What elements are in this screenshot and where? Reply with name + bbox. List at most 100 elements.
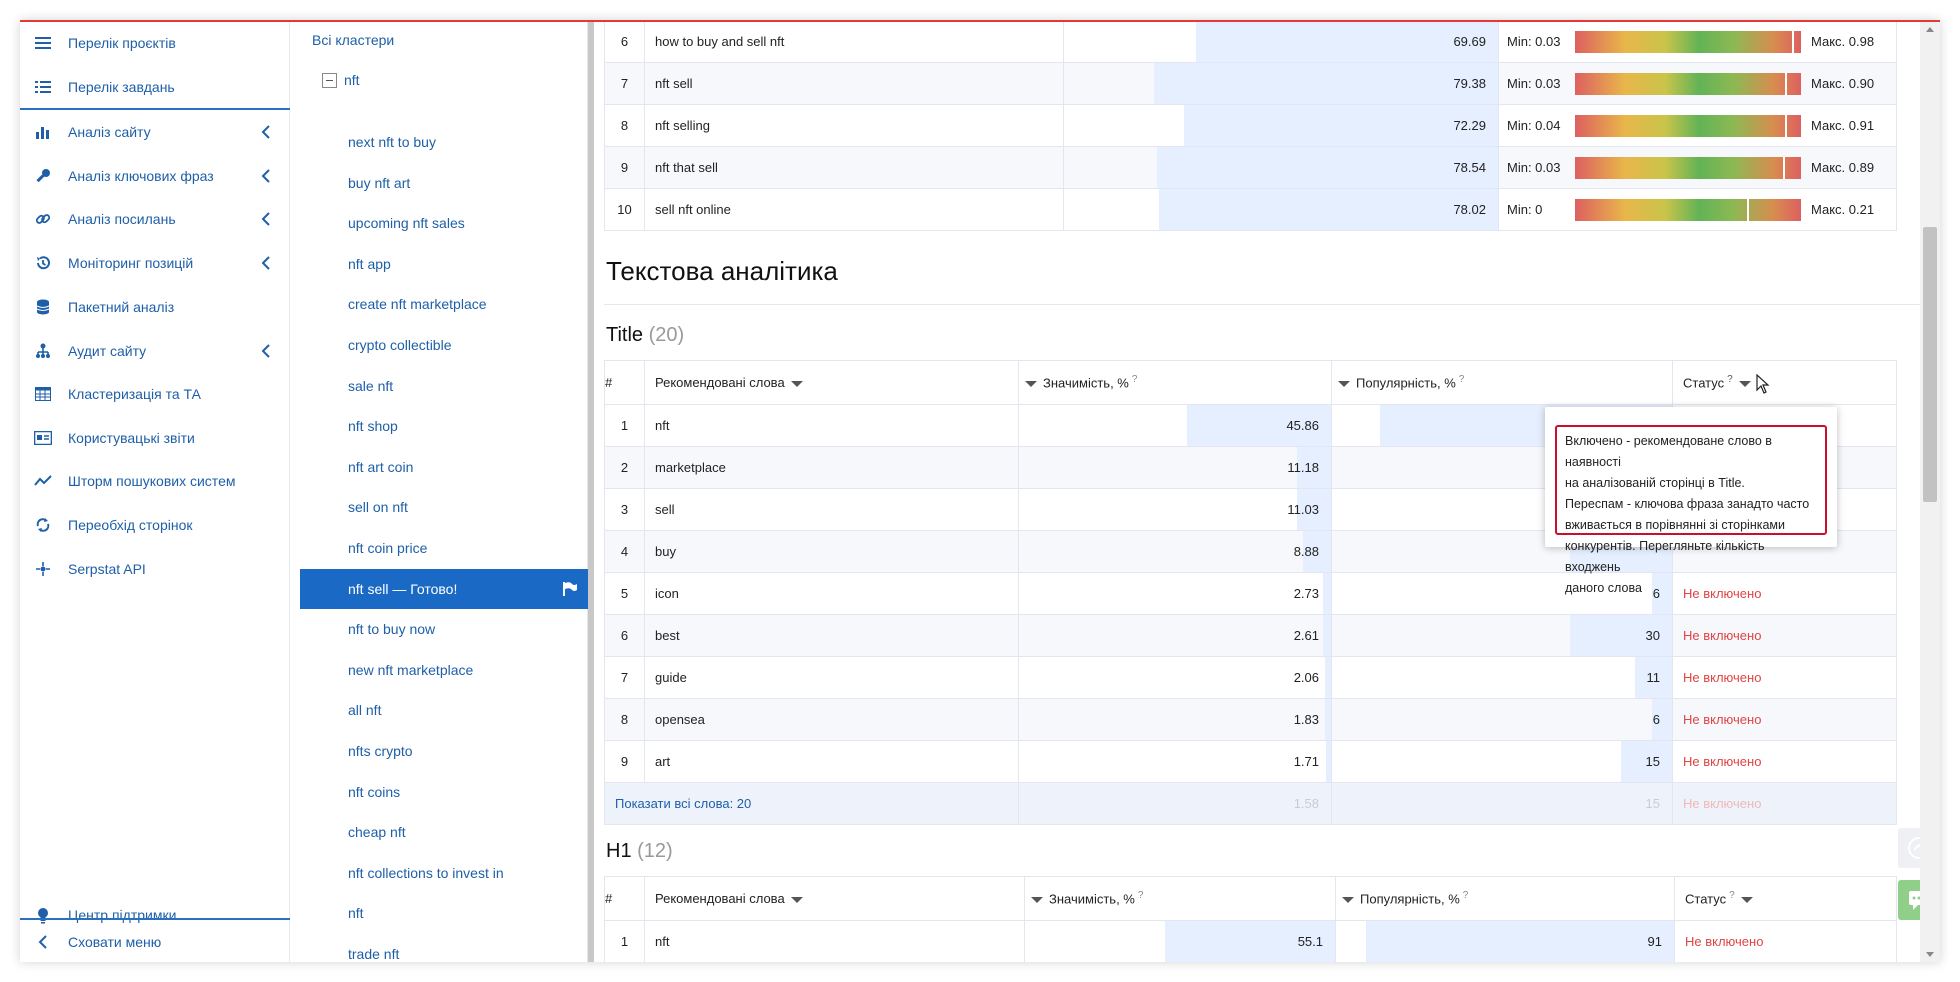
min-value: Min: 0.03 [1507, 160, 1561, 175]
cluster-item-label: nft app [348, 255, 391, 272]
cluster-item[interactable]: nft coins [300, 772, 588, 812]
score-value: 69.69 [1453, 34, 1486, 49]
cluster-item-active[interactable]: nft sell — Готово! [300, 568, 588, 609]
collapse-icon[interactable] [322, 72, 337, 88]
help-icon[interactable]: ? [1729, 890, 1735, 901]
cluster-item-label: upcoming nft sales [348, 215, 465, 232]
sidebar-item-recrawl[interactable]: Переобхід сторінок [20, 504, 290, 546]
sidebar-item-projects[interactable]: Перелік проєктів [20, 22, 290, 64]
cluster-item[interactable]: crypto collectible [300, 325, 588, 365]
cluster-item-label: nft coin price [348, 540, 428, 556]
all-clusters-link[interactable]: Всі кластери [312, 32, 394, 48]
sidebar: Перелік проєктів Перелік завдань Аналіз … [20, 22, 290, 962]
cluster-item[interactable]: upcoming nft sales [300, 203, 588, 243]
table-row: 6 best 2.61 30 Не включено [604, 614, 1897, 657]
cluster-item[interactable]: create nft marketplace [300, 284, 588, 324]
cluster-item[interactable]: next nft to buy [300, 122, 588, 162]
sidebar-item-position-monitoring[interactable]: Моніторинг позицій [20, 242, 290, 284]
cluster-item[interactable]: nft [300, 893, 588, 933]
col-status[interactable]: Статус? [1674, 876, 1897, 921]
cluster-item[interactable]: nft coin price [300, 528, 588, 568]
row-number: 9 [604, 740, 645, 783]
sidebar-item-tasks[interactable]: Перелік завдань [20, 66, 290, 108]
sidebar-item-api[interactable]: Serpstat API [20, 548, 290, 590]
row-number: 2 [604, 446, 645, 489]
chat-icon [1909, 891, 1920, 910]
range-marker [1785, 114, 1788, 137]
help-icon[interactable]: ? [1463, 890, 1469, 901]
sort-arrow-icon[interactable] [1342, 897, 1354, 904]
help-icon[interactable]: ? [1132, 374, 1138, 385]
cluster-item[interactable]: cheap nft [300, 812, 588, 852]
sort-arrow-icon[interactable] [790, 896, 803, 903]
help-icon[interactable]: ? [1459, 374, 1465, 385]
cluster-item[interactable]: nfts crypto [300, 731, 588, 771]
cluster-item[interactable]: sell on nft [300, 487, 588, 527]
title-section-count: (20) [648, 324, 685, 346]
cluster-item[interactable]: nft shop [300, 406, 588, 446]
popularity-cell: 11 [1331, 656, 1673, 699]
cluster-scrollbar[interactable] [588, 22, 594, 962]
main-scrollbar[interactable] [1920, 22, 1940, 962]
cluster-item[interactable]: sale nft [300, 366, 588, 406]
col-words[interactable]: Рекомендовані слова [644, 360, 1019, 405]
col-significance[interactable]: Значимість, %? [1018, 360, 1332, 405]
hide-menu-button[interactable]: Сховати меню [20, 921, 290, 962]
sidebar-item-link-analysis[interactable]: Аналіз посилань [20, 198, 290, 240]
show-all-words-link[interactable]: Показати всі слова: 20 [604, 782, 1019, 825]
scroll-up-arrow-icon[interactable] [1926, 26, 1934, 32]
menu-lines-icon [34, 34, 52, 52]
col-significance[interactable]: Значимість, %? [1024, 876, 1336, 921]
cluster-item[interactable]: nft app [300, 244, 588, 284]
cluster-root-label: nft [344, 72, 360, 88]
row-number: 1 [604, 404, 645, 447]
range-cell: Min: 0 Макс. 0.21 [1498, 188, 1897, 231]
keyword-cell: nft selling [644, 104, 1064, 147]
col-popularity[interactable]: Популярність, %? [1331, 360, 1673, 405]
cluster-item-label: new nft marketplace [348, 661, 474, 678]
scrollbar-thumb[interactable] [1923, 227, 1937, 502]
col-popularity[interactable]: Популярність, %? [1335, 876, 1675, 921]
cluster-item[interactable]: all nft [300, 690, 588, 730]
cluster-root[interactable]: nft [322, 72, 360, 88]
sort-arrow-icon[interactable] [1738, 381, 1751, 388]
sort-arrow-icon[interactable] [1338, 381, 1350, 388]
cluster-item[interactable]: nft collections to invest in [300, 853, 588, 893]
sort-arrow-icon[interactable] [790, 380, 803, 387]
cluster-item[interactable]: new nft marketplace [300, 650, 588, 690]
database-icon [34, 298, 52, 316]
col-popularity-label: Популярність, % [1356, 375, 1456, 391]
cursor-icon [1756, 374, 1770, 394]
popularity-value: 30 [1645, 628, 1660, 643]
flag-icon[interactable] [562, 581, 578, 597]
help-icon[interactable]: ? [1138, 890, 1144, 901]
cluster-item[interactable]: nft art coin [300, 447, 588, 487]
chat-button[interactable] [1898, 880, 1920, 920]
cluster-item-label: sale nft [348, 377, 394, 394]
chevron-left-icon [261, 212, 270, 226]
sidebar-item-label: Користувацькі звіти [68, 430, 195, 446]
sidebar-item-site-analysis[interactable]: Аналіз сайту [20, 111, 290, 153]
sort-arrow-icon[interactable] [1740, 897, 1753, 904]
scroll-down-arrow-icon[interactable] [1926, 952, 1934, 958]
cluster-item[interactable]: trade nft [300, 934, 588, 962]
h1-words-table: # Рекомендовані слова Значимість, %? Поп… [604, 876, 1897, 962]
help-icon[interactable]: ? [1727, 374, 1733, 385]
sort-arrow-icon[interactable] [1025, 381, 1037, 388]
sidebar-item-label: Перелік проєктів [68, 35, 176, 51]
sort-arrow-icon[interactable] [1031, 897, 1043, 904]
sidebar-item-search-storm[interactable]: Шторм пошукових систем [20, 460, 290, 502]
sidebar-item-batch-analysis[interactable]: Пакетний аналіз [20, 286, 290, 328]
col-status[interactable]: Статус? [1672, 360, 1897, 405]
word-cell: opensea [644, 698, 1019, 741]
cluster-item[interactable]: nft to buy now [300, 609, 588, 649]
sidebar-item-site-audit[interactable]: Аудит сайту [20, 330, 290, 372]
cluster-item[interactable]: buy nft art [300, 163, 588, 203]
sidebar-item-clustering[interactable]: Кластеризація та ТА [20, 373, 290, 415]
cluster-item-label: create nft marketplace [348, 296, 487, 313]
col-words[interactable]: Рекомендовані слова [644, 876, 1025, 921]
scroll-top-button[interactable] [1898, 828, 1920, 868]
significance-cell: 11.03 [1018, 488, 1332, 531]
sidebar-item-custom-reports[interactable]: Користувацькі звіти [20, 417, 290, 459]
sidebar-item-keyword-analysis[interactable]: Аналіз ключових фраз [20, 155, 290, 197]
